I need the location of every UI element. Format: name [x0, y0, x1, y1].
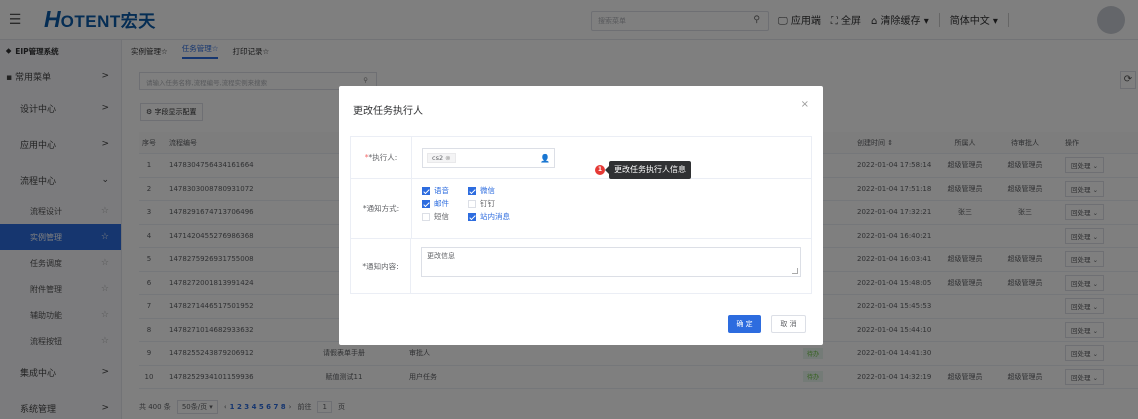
- notify-method-checkbox[interactable]: 站内消息: [468, 211, 528, 222]
- executor-tag: cs2 ⊗: [427, 153, 456, 163]
- close-icon[interactable]: ×: [801, 99, 809, 110]
- dialog-form: * *执行人: cs2 ⊗ 👤 *通知方式: 语音 微信 邮件 钉钉 短信 站内消息 *通知内…: [350, 136, 812, 294]
- checkbox-icon[interactable]: [468, 212, 476, 221]
- person-icon[interactable]: 👤: [540, 154, 550, 163]
- checkbox-icon[interactable]: [422, 186, 430, 195]
- dialog-title: 更改任务执行人: [353, 106, 423, 117]
- notify-label: *通知方式:: [351, 179, 412, 238]
- notify-method-checkbox[interactable]: 语音: [422, 185, 468, 196]
- checkbox-icon[interactable]: [468, 199, 476, 208]
- change-executor-dialog: 更改任务执行人 × * *执行人: cs2 ⊗ 👤 *通知方式: 语音 微信 邮件 钉钉短…: [339, 86, 823, 345]
- tooltip-badge: 1: [595, 165, 605, 175]
- notify-content-textarea[interactable]: 更改信息: [421, 247, 801, 277]
- content-label: *通知内容:: [351, 239, 411, 293]
- notify-method-checkbox[interactable]: 邮件: [422, 198, 468, 209]
- tag-close-icon[interactable]: ⊗: [445, 154, 450, 162]
- notify-method-checkbox[interactable]: 微信: [468, 185, 528, 196]
- exec-label: * *执行人:: [351, 137, 412, 178]
- notify-methods: 语音 微信 邮件 钉钉 短信 站内消息: [422, 185, 801, 222]
- checkbox-icon[interactable]: [422, 212, 430, 221]
- confirm-button[interactable]: 确 定: [728, 315, 761, 333]
- checkbox-icon[interactable]: [468, 186, 476, 195]
- executor-select[interactable]: cs2 ⊗ 👤: [422, 148, 555, 168]
- cancel-button[interactable]: 取 消: [771, 315, 806, 333]
- notify-method-checkbox[interactable]: 钉钉: [468, 198, 528, 209]
- checkbox-icon[interactable]: [422, 199, 430, 208]
- notify-method-checkbox[interactable]: 短信: [422, 211, 468, 222]
- tooltip: 更改任务执行人信息: [605, 161, 691, 179]
